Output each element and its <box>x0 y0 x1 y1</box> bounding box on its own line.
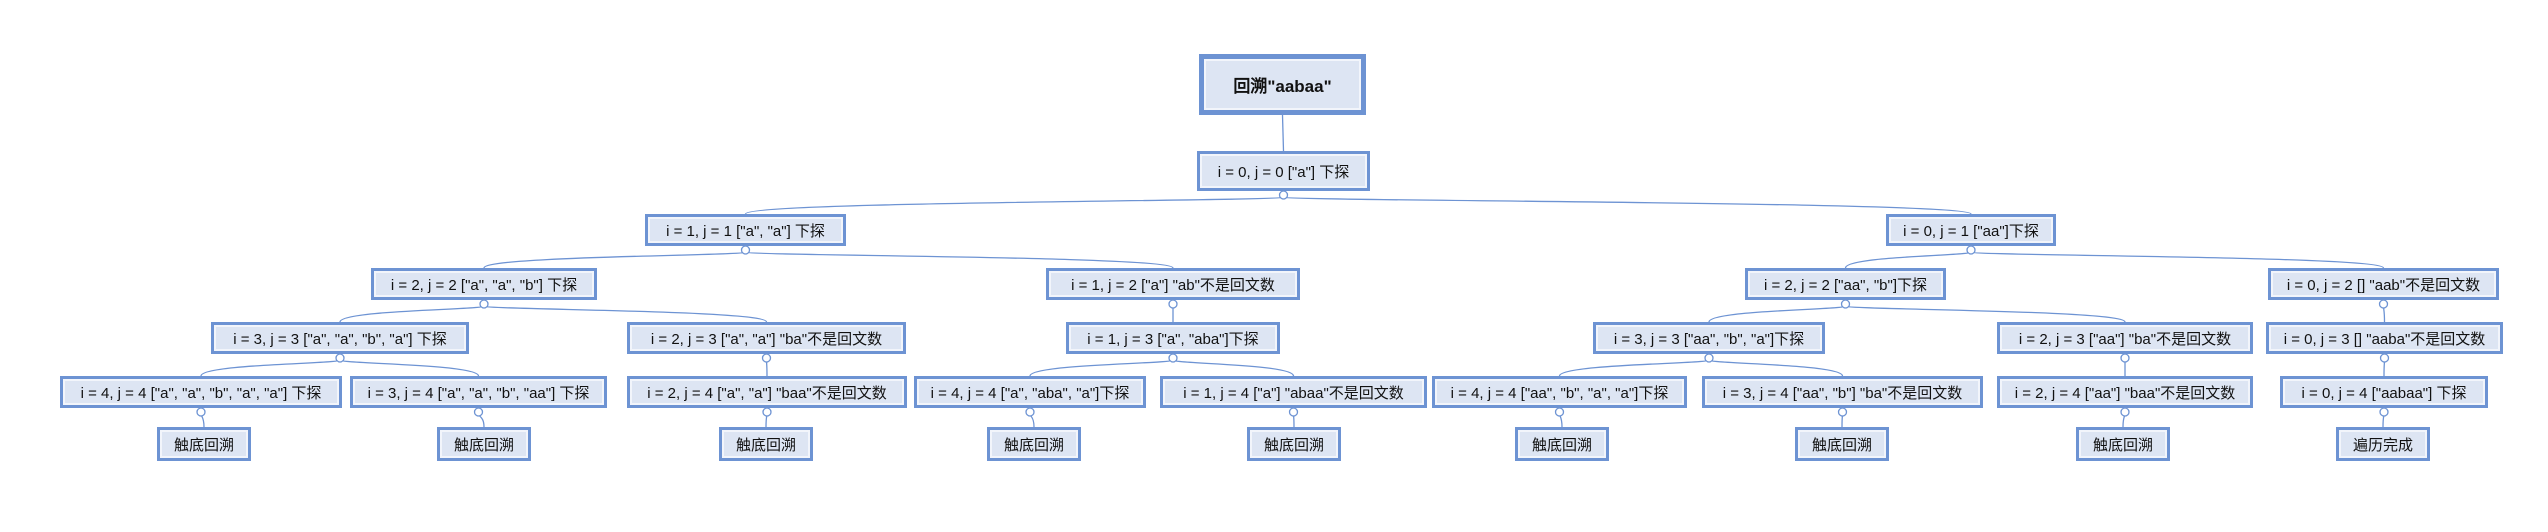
node-i2-j2-right[interactable]: i = 2, j = 2 ["aa", "b"]下探 <box>1745 268 1946 300</box>
node-i1-j1[interactable]: i = 1, j = 1 ["a", "a"] 下探 <box>645 214 846 246</box>
edge-n5-n11 <box>1844 305 2126 323</box>
collapse-toggle-n16[interactable] <box>1025 407 1035 417</box>
leaf-backtrack-8[interactable]: 触底回溯 <box>2076 427 2170 461</box>
node-i1-j3[interactable]: i = 1, j = 3 ["a", "aba"]下探 <box>1066 322 1280 354</box>
collapse-toggle-n8[interactable] <box>761 353 772 363</box>
collapse-toggle-n7[interactable] <box>335 353 345 363</box>
node-i0-j4[interactable]: i = 0, j = 4 ["aabaa"] 下探 <box>2280 376 2488 408</box>
edge-n2-n6 <box>1970 251 2385 269</box>
root-node[interactable]: 回溯"aabaa" <box>1199 54 1366 115</box>
edge-n5-n10 <box>1708 305 1847 323</box>
collapse-toggle-n9[interactable] <box>1168 353 1178 363</box>
collapse-toggle-n3[interactable] <box>479 299 489 309</box>
node-i1-j2[interactable]: i = 1, j = 2 ["a"] "ab"不是回文数 <box>1046 268 1300 300</box>
node-i2-j4-b[interactable]: i = 2, j = 4 ["aa"] "baa"不是回文数 <box>1997 376 2253 408</box>
node-i3-j4-a[interactable]: i = 3, j = 4 ["a", "a", "b", "aa"] 下探 <box>350 376 607 408</box>
collapse-toggle-n13[interactable] <box>196 407 206 417</box>
node-i4-j4-a[interactable]: i = 4, j = 4 ["a", "a", "b", "a", "a"] 下… <box>60 376 342 408</box>
collapse-toggle-n6[interactable] <box>2378 299 2389 309</box>
backtracking-tree-diagram: 回溯"aabaa" i = 0, j = 0 ["a"] 下探 i = 1, j… <box>0 0 2548 532</box>
collapse-toggle-n21[interactable] <box>2379 407 2389 417</box>
edge-n10-n18 <box>1558 359 1710 377</box>
collapse-toggle-n2[interactable] <box>1966 245 1976 255</box>
collapse-toggle-n1[interactable] <box>740 245 751 255</box>
node-i4-j4-b[interactable]: i = 4, j = 4 ["a", "aba", "a"]下探 <box>914 376 1146 408</box>
node-i4-j4-c[interactable]: i = 4, j = 4 ["aa", "b", "a", "a"]下探 <box>1432 376 1687 408</box>
edge-n0-n2 <box>1282 196 1972 215</box>
edge-n3-n8 <box>483 305 768 323</box>
edge-n7-n13 <box>200 359 341 377</box>
collapse-toggle-n5[interactable] <box>1840 299 1851 309</box>
edge-n1-n4 <box>744 251 1174 269</box>
node-i3-j4-b[interactable]: i = 3, j = 4 ["aa", "b"] "ba"不是回文数 <box>1702 376 1983 408</box>
node-i2-j4-a[interactable]: i = 2, j = 4 ["a", "a"] "baa"不是回文数 <box>627 376 907 408</box>
leaf-backtrack-2[interactable]: 触底回溯 <box>437 427 531 461</box>
leaf-backtrack-6[interactable]: 触底回溯 <box>1515 427 1609 461</box>
collapse-toggle-n14[interactable] <box>473 407 484 417</box>
collapse-toggle-n0[interactable] <box>1278 190 1289 200</box>
collapse-toggle-n11[interactable] <box>2120 353 2130 363</box>
node-i3-j3-left[interactable]: i = 3, j = 3 ["a", "a", "b", "a"] 下探 <box>211 322 469 354</box>
collapse-toggle-n19[interactable] <box>1837 407 1848 417</box>
collapse-toggle-n4[interactable] <box>1168 299 1178 309</box>
node-i0-j2[interactable]: i = 0, j = 2 [] "aab"不是回文数 <box>2268 268 2499 300</box>
node-i0-j0[interactable]: i = 0, j = 0 ["a"] 下探 <box>1197 151 1370 191</box>
node-i2-j3-right[interactable]: i = 2, j = 3 ["aa"] "ba"不是回文数 <box>1997 322 2253 354</box>
node-i3-j3-right[interactable]: i = 3, j = 3 ["aa", "b", "a"]下探 <box>1593 322 1825 354</box>
collapse-toggle-n15[interactable] <box>762 407 772 417</box>
leaf-backtrack-1[interactable]: 触底回溯 <box>157 427 251 461</box>
leaf-backtrack-3[interactable]: 触底回溯 <box>719 427 813 461</box>
node-i0-j1[interactable]: i = 0, j = 1 ["aa"]下探 <box>1886 214 2056 246</box>
leaf-backtrack-4[interactable]: 触底回溯 <box>987 427 1081 461</box>
edge-n1-n3 <box>483 251 747 269</box>
collapse-toggle-n17[interactable] <box>1288 407 1299 417</box>
edge-n10-n19 <box>1708 359 1844 377</box>
edge-n2-n5 <box>1844 251 1972 269</box>
leaf-backtrack-5[interactable]: 触底回溯 <box>1247 427 1341 461</box>
node-i0-j3[interactable]: i = 0, j = 3 [] "aaba"不是回文数 <box>2266 322 2503 354</box>
collapse-toggle-n10[interactable] <box>1704 353 1714 363</box>
edge-n7-n14 <box>339 359 480 377</box>
edge-n9-n16 <box>1029 359 1174 377</box>
node-i2-j3-left[interactable]: i = 2, j = 3 ["a", "a"] "ba"不是回文数 <box>627 322 906 354</box>
leaf-traversal-complete[interactable]: 遍历完成 <box>2336 427 2430 461</box>
edge-n0-n1 <box>744 196 1285 215</box>
node-i2-j2-left[interactable]: i = 2, j = 2 ["a", "a", "b"] 下探 <box>371 268 597 300</box>
collapse-toggle-n20[interactable] <box>2120 407 2130 417</box>
collapse-toggle-n18[interactable] <box>1554 407 1565 417</box>
edge-n3-n7 <box>339 305 485 323</box>
edge-root-n0 <box>1281 114 1285 152</box>
node-i1-j4[interactable]: i = 1, j = 4 ["a"] "abaa"不是回文数 <box>1160 376 1427 408</box>
leaf-backtrack-7[interactable]: 触底回溯 <box>1795 427 1889 461</box>
edge-n9-n17 <box>1172 359 1295 377</box>
collapse-toggle-n12[interactable] <box>2379 353 2390 363</box>
